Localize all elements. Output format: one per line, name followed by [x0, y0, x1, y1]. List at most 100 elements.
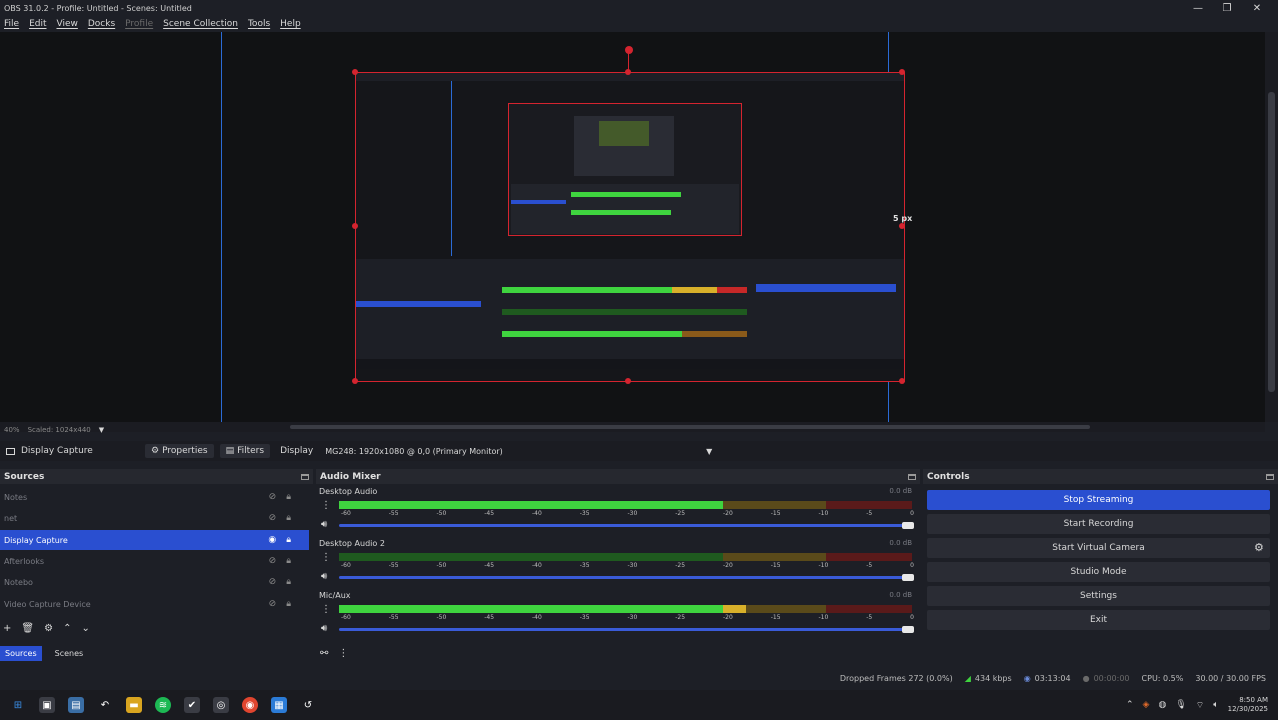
- menu-scene-collection[interactable]: Scene Collection: [163, 19, 238, 29]
- task-view-icon[interactable]: ▣: [39, 697, 55, 713]
- lock-icon[interactable]: 🔒︎: [286, 599, 291, 609]
- menu-tools[interactable]: Tools: [248, 19, 270, 29]
- undock-icon[interactable]: [301, 473, 309, 480]
- minimize-button[interactable]: —: [1183, 0, 1213, 16]
- menu-profile[interactable]: Profile: [125, 19, 153, 29]
- file-explorer-icon[interactable]: ▬: [126, 697, 142, 713]
- tray-app-icon[interactable]: ◍: [1158, 700, 1166, 710]
- undock-icon[interactable]: [908, 473, 916, 480]
- resize-handle-br[interactable]: [899, 378, 905, 384]
- eye-hidden-icon[interactable]: ⊘: [269, 492, 277, 502]
- settings-button[interactable]: Settings: [927, 586, 1270, 606]
- meter-tick-label: -25: [675, 614, 686, 621]
- clock[interactable]: 8:50 AM 12/30/2025: [1228, 696, 1268, 714]
- display-capture-source[interactable]: [355, 72, 905, 382]
- menu-edit[interactable]: Edit: [29, 19, 46, 29]
- source-item-selected[interactable]: Display Capture ◉ 🔒︎: [0, 530, 309, 550]
- zoom-dropdown-icon[interactable]: ▼: [99, 426, 104, 434]
- app-blue-icon[interactable]: ▦: [271, 697, 287, 713]
- speaker-icon[interactable]: 🔊︎: [321, 623, 327, 634]
- lock-icon[interactable]: 🔒︎: [286, 535, 291, 545]
- tray-app-icon[interactable]: ◈: [1143, 700, 1150, 710]
- preview-vertical-scrollbar[interactable]: [1265, 32, 1278, 422]
- eye-hidden-icon[interactable]: ⊘: [269, 577, 277, 587]
- close-button[interactable]: ✕: [1242, 0, 1272, 16]
- eye-icon[interactable]: ◉: [268, 535, 276, 545]
- network-icon[interactable]: ⌔: [1196, 700, 1204, 711]
- volume-slider[interactable]: [339, 574, 914, 581]
- kebab-menu-icon[interactable]: ⋮: [321, 604, 331, 615]
- volume-slider[interactable]: [339, 522, 914, 529]
- chevron-up-icon[interactable]: ⌃: [1126, 700, 1134, 710]
- kebab-menu-icon[interactable]: ⋮: [338, 648, 348, 659]
- eye-hidden-icon[interactable]: ⊘: [269, 556, 277, 566]
- volume-icon[interactable]: 🔈︎: [1213, 700, 1218, 710]
- scroll-thumb[interactable]: [290, 425, 1090, 429]
- menu-file[interactable]: File: [4, 19, 19, 29]
- volume-slider[interactable]: [339, 626, 914, 633]
- stop-streaming-button[interactable]: Stop Streaming: [927, 490, 1270, 510]
- resize-handle-tl[interactable]: [352, 69, 358, 75]
- lock-icon[interactable]: 🔒︎: [286, 556, 291, 566]
- start-recording-button[interactable]: Start Recording: [927, 514, 1270, 534]
- lock-icon[interactable]: 🔒︎: [286, 513, 291, 523]
- meter-tick-label: 0: [910, 614, 914, 621]
- lock-icon[interactable]: 🔒︎: [286, 492, 291, 502]
- speaker-icon[interactable]: 🔊︎: [321, 571, 327, 582]
- advanced-audio-icon[interactable]: ⚯: [320, 648, 328, 659]
- resize-handle-tr[interactable]: [899, 69, 905, 75]
- arrow-up-icon[interactable]: ⌃: [63, 623, 71, 634]
- channel-volume-db: 0.0 dB: [889, 487, 912, 495]
- tab-sources[interactable]: Sources: [0, 645, 42, 661]
- start-virtual-camera-button[interactable]: Start Virtual Camera: [927, 538, 1270, 558]
- arrow-down-icon[interactable]: ⌄: [81, 623, 89, 634]
- app-check-icon[interactable]: ✔: [184, 697, 200, 713]
- spotify-icon[interactable]: ≋: [155, 697, 171, 713]
- slider-knob[interactable]: [902, 522, 914, 529]
- resize-handle-b[interactable]: [625, 378, 631, 384]
- gear-icon[interactable]: ⚙: [44, 623, 53, 634]
- slider-knob[interactable]: [902, 574, 914, 581]
- menu-docks[interactable]: Docks: [88, 19, 115, 29]
- lock-icon[interactable]: 🔒︎: [286, 577, 291, 587]
- source-item[interactable]: Notes ⊘ 🔒︎: [0, 487, 309, 507]
- resize-handle-bl[interactable]: [352, 378, 358, 384]
- display-select[interactable]: MG248: 1920x1080 @ 0,0 (Primary Monitor)…: [321, 443, 716, 459]
- app-icon[interactable]: ▤: [68, 697, 84, 713]
- menu-help[interactable]: Help: [280, 19, 301, 29]
- gear-icon[interactable]: ⚙: [1254, 541, 1264, 554]
- kebab-menu-icon[interactable]: ⋮: [321, 552, 331, 563]
- source-item[interactable]: Afterlooks ⊘ 🔒︎: [0, 551, 309, 571]
- exit-button[interactable]: Exit: [927, 610, 1270, 630]
- meter-tick-label: -45: [484, 510, 495, 517]
- speaker-icon[interactable]: 🔊︎: [321, 519, 327, 530]
- app-link-icon[interactable]: ↺: [300, 697, 316, 713]
- microphone-icon[interactable]: 🎙︎: [1175, 700, 1186, 710]
- source-item[interactable]: Notebo ⊘ 🔒︎: [0, 572, 309, 592]
- eye-hidden-icon[interactable]: ⊘: [269, 599, 277, 609]
- kebab-menu-icon[interactable]: ⋮: [321, 500, 331, 511]
- resize-handle-l[interactable]: [352, 223, 358, 229]
- eye-hidden-icon[interactable]: ⊘: [269, 513, 277, 523]
- studio-mode-button[interactable]: Studio Mode: [927, 562, 1270, 582]
- undock-icon[interactable]: [1266, 473, 1274, 480]
- trash-icon[interactable]: 🗑︎: [21, 623, 34, 634]
- resize-handle-r[interactable]: [899, 223, 905, 229]
- obs-icon[interactable]: ◎: [213, 697, 229, 713]
- windows-start-icon[interactable]: ⊞: [10, 697, 26, 713]
- meter-tick-label: -50: [436, 614, 447, 621]
- source-item[interactable]: Video Capture Device ⊘ 🔒︎: [0, 594, 309, 614]
- properties-button[interactable]: ⚙ Properties: [145, 444, 214, 458]
- context-source-name: Display Capture: [21, 446, 93, 456]
- scroll-thumb[interactable]: [1268, 92, 1275, 392]
- back-app-icon[interactable]: ↶: [97, 697, 113, 713]
- chrome-icon[interactable]: ◉: [242, 697, 258, 713]
- filters-button[interactable]: ▤ Filters: [219, 444, 271, 458]
- menu-view[interactable]: View: [57, 19, 78, 29]
- add-icon[interactable]: +: [3, 623, 11, 634]
- tab-scenes[interactable]: Scenes: [50, 646, 89, 661]
- maximize-button[interactable]: ❐: [1212, 0, 1242, 16]
- slider-knob[interactable]: [902, 626, 914, 633]
- rotation-handle[interactable]: [625, 46, 633, 54]
- source-item[interactable]: net ⊘ 🔒︎: [0, 508, 309, 528]
